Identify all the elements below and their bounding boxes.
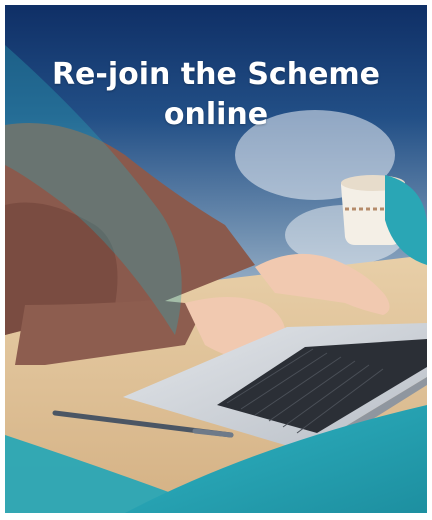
banner-headline: Re-join the Scheme online xyxy=(5,55,427,135)
headline-line-1: Re-join the Scheme xyxy=(51,57,381,92)
rejoin-scheme-banner[interactable]: Re-join the Scheme online xyxy=(5,5,427,513)
headline-line-2: online xyxy=(163,97,269,132)
